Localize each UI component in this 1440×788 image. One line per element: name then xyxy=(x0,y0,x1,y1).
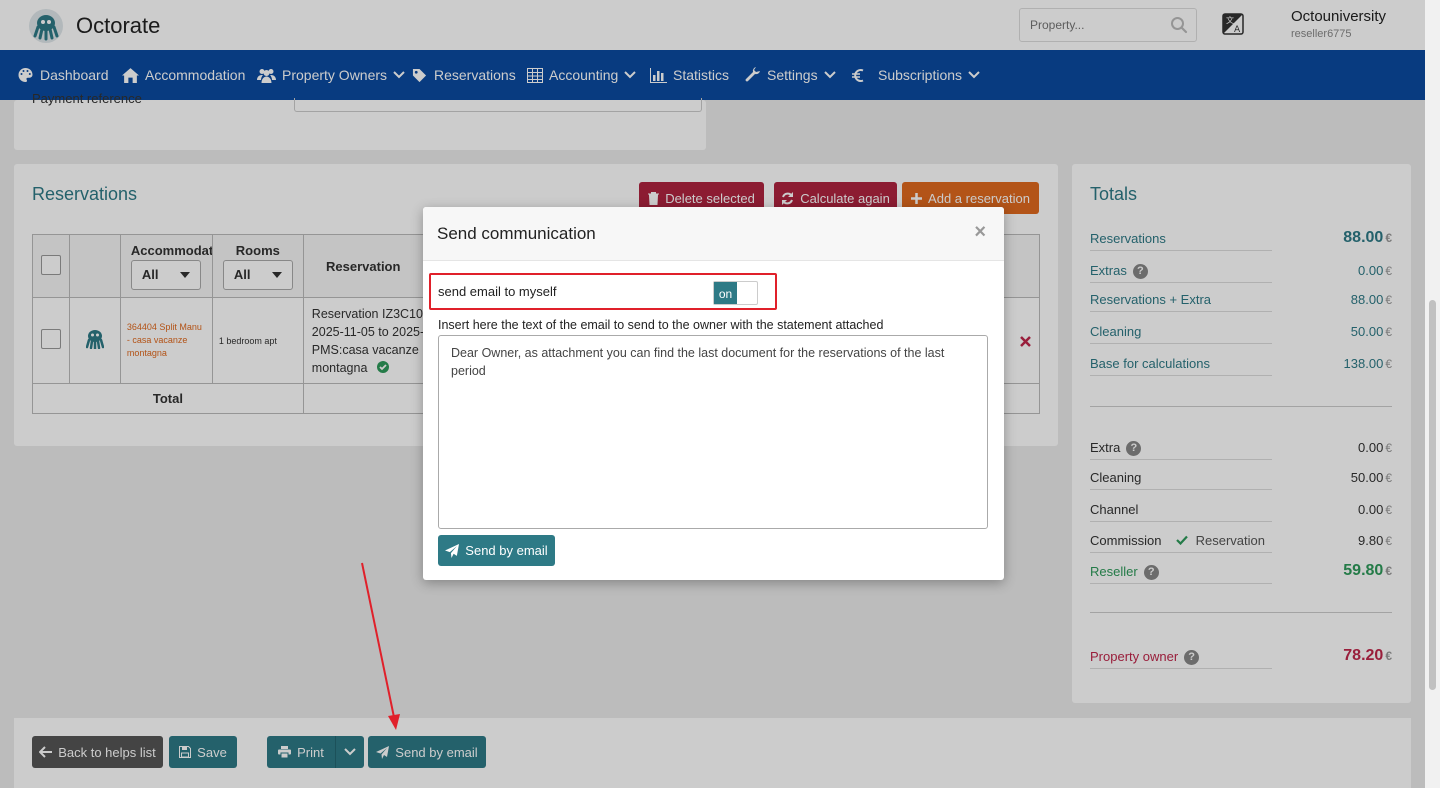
email-text-instruction: Insert here the text of the email to sen… xyxy=(438,318,884,332)
scrollbar-thumb[interactable] xyxy=(1429,300,1436,690)
modal-header: Send communication × xyxy=(423,207,1004,261)
paper-plane-icon xyxy=(445,543,460,558)
email-body-textarea[interactable]: Dear Owner, as attachment you can find t… xyxy=(438,335,988,529)
modal-send-label: Send by email xyxy=(465,543,548,558)
annotation-highlight-box xyxy=(429,273,777,310)
modal-title: Send communication xyxy=(437,224,596,243)
modal-send-by-email-button[interactable]: Send by email xyxy=(438,535,555,566)
annotation-arrow-icon xyxy=(361,562,400,730)
close-icon[interactable]: × xyxy=(974,221,986,244)
